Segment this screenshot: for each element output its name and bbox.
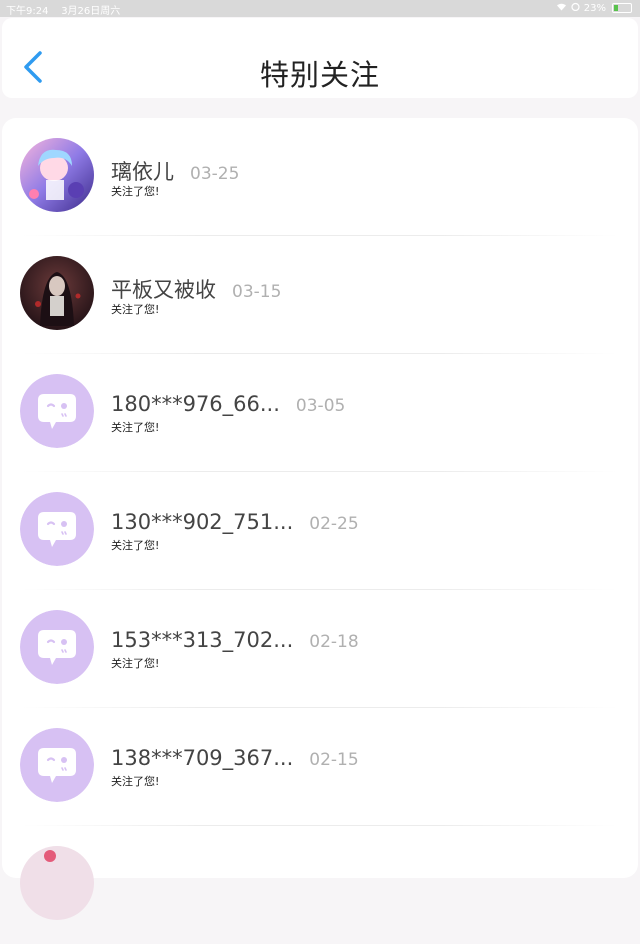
user-name[interactable]: 138***709_367... bbox=[111, 746, 293, 770]
list-item[interactable]: 180***976_66... 03-05 关注了您! bbox=[2, 354, 638, 472]
follow-text: 关注了您! bbox=[111, 775, 160, 788]
dark-portrait-avatar-icon bbox=[20, 256, 94, 330]
wifi-icon bbox=[556, 2, 567, 14]
list-item[interactable]: 平板又被收 03-15 关注了您! bbox=[2, 236, 638, 354]
user-name[interactable]: 璃依儿 bbox=[111, 160, 174, 184]
list-item-partial bbox=[2, 826, 638, 944]
avatar[interactable] bbox=[20, 492, 94, 566]
list-item[interactable]: 138***709_367... 02-15 关注了您! bbox=[2, 708, 638, 826]
list-item[interactable]: 璃依儿 03-25 关注了您! bbox=[2, 118, 638, 236]
follow-text: 关注了您! bbox=[111, 185, 160, 198]
chat-bubble-icon bbox=[20, 728, 94, 802]
status-left: 下午9:24 3月26日周六 bbox=[6, 2, 120, 17]
user-name[interactable]: 130***902_751... bbox=[111, 510, 293, 534]
follow-text: 关注了您! bbox=[111, 539, 160, 552]
follow-list: 璃依儿 03-25 关注了您! 平板又被收 03-15 关注了您! 180***… bbox=[2, 118, 638, 920]
status-bar: 下午9:24 3月26日周六 23% bbox=[0, 0, 640, 17]
row-name-line: 璃依儿 03-25 bbox=[111, 156, 239, 186]
anime-avatar-icon bbox=[20, 846, 94, 920]
battery-icon bbox=[612, 3, 632, 13]
row-name-line: 平板又被收 03-15 bbox=[111, 274, 281, 304]
avatar[interactable] bbox=[20, 256, 94, 330]
row-name-line: 138***709_367... 02-15 bbox=[111, 746, 359, 770]
user-name[interactable]: 平板又被收 bbox=[111, 278, 216, 302]
status-time: 下午9:24 bbox=[6, 6, 49, 17]
row-name-line: 153***313_702... 02-18 bbox=[111, 628, 359, 652]
status-right: 23% bbox=[556, 2, 632, 14]
avatar[interactable] bbox=[20, 138, 94, 212]
avatar[interactable] bbox=[20, 728, 94, 802]
follow-date: 02-18 bbox=[309, 632, 359, 652]
battery-percent: 23% bbox=[583, 2, 606, 14]
follow-date: 03-15 bbox=[232, 282, 282, 302]
chat-bubble-icon bbox=[20, 492, 94, 566]
follow-date: 02-15 bbox=[309, 750, 359, 770]
list-item[interactable]: 153***313_702... 02-18 关注了您! bbox=[2, 590, 638, 708]
page-title: 特别关注 bbox=[259, 58, 380, 92]
user-name[interactable]: 153***313_702... bbox=[111, 628, 293, 652]
row-name-line: 180***976_66... 03-05 bbox=[111, 392, 345, 416]
follow-date: 03-25 bbox=[190, 164, 240, 184]
follow-text: 关注了您! bbox=[111, 421, 160, 434]
status-date: 3月26日周六 bbox=[61, 6, 121, 17]
avatar[interactable] bbox=[20, 610, 94, 684]
anime-avatar-icon bbox=[20, 138, 94, 212]
nav-header: 特别关注 bbox=[2, 18, 638, 98]
follow-date: 02-25 bbox=[309, 514, 359, 534]
follow-text: 关注了您! bbox=[111, 657, 160, 670]
chat-bubble-icon bbox=[20, 610, 94, 684]
row-name-line: 130***902_751... 02-25 bbox=[111, 510, 359, 534]
follow-text: 关注了您! bbox=[111, 303, 160, 316]
follow-date: 03-05 bbox=[295, 396, 346, 416]
avatar[interactable] bbox=[20, 374, 94, 448]
chat-bubble-icon bbox=[20, 374, 94, 448]
avatar bbox=[20, 846, 94, 920]
alarm-icon bbox=[571, 2, 580, 14]
list-item[interactable]: 130***902_751... 02-25 关注了您! bbox=[2, 472, 638, 590]
user-name[interactable]: 180***976_66... bbox=[111, 392, 280, 416]
